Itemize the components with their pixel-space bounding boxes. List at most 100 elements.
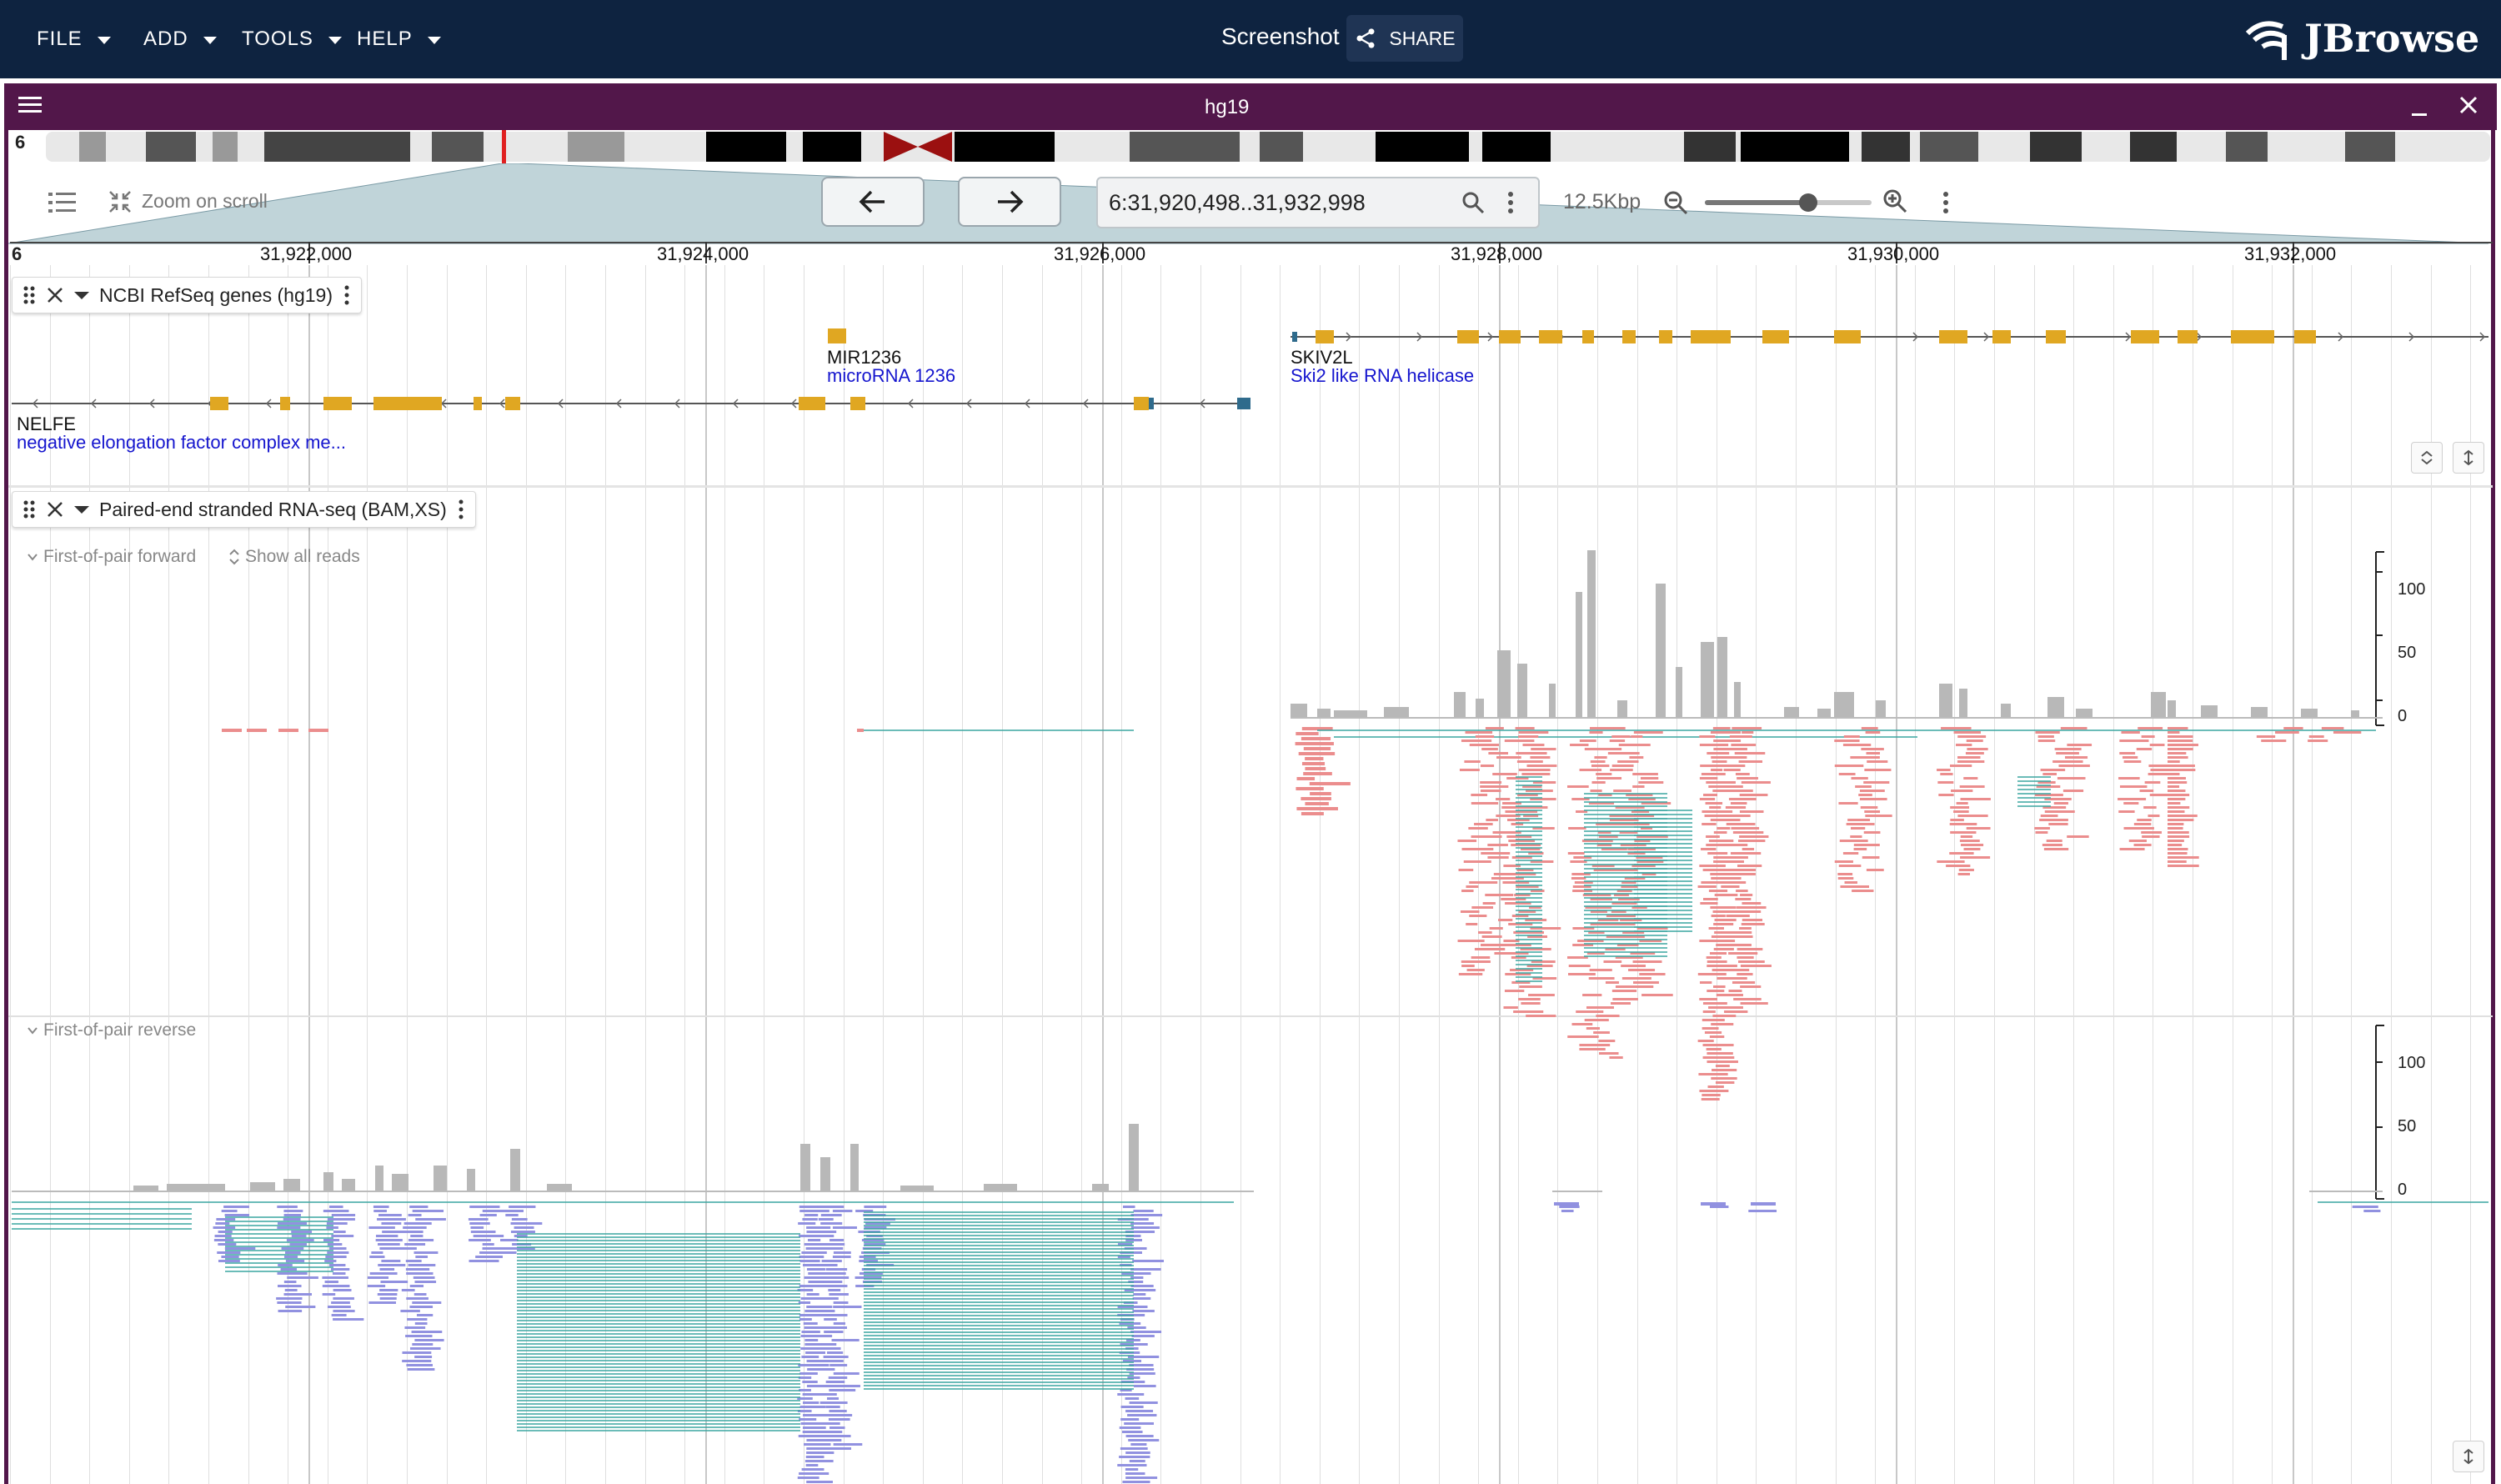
coverage-bar[interactable] — [1701, 642, 1714, 717]
forward-read[interactable] — [1589, 731, 1603, 734]
forward-read[interactable] — [1851, 777, 1868, 780]
forward-read[interactable] — [308, 729, 328, 732]
forward-read[interactable] — [1699, 744, 1729, 746]
reverse-read[interactable] — [368, 1301, 397, 1304]
forward-read[interactable] — [1466, 923, 1478, 925]
reverse-read[interactable] — [801, 1356, 819, 1358]
forward-read[interactable] — [1724, 1010, 1748, 1013]
utr[interactable] — [1149, 398, 1154, 409]
forward-read[interactable] — [2043, 848, 2069, 850]
reverse-read[interactable] — [214, 1235, 232, 1237]
forward-read[interactable] — [1301, 762, 1326, 765]
forward-read[interactable] — [2168, 815, 2198, 817]
forward-read[interactable] — [1584, 1019, 1609, 1021]
forward-read[interactable] — [1950, 819, 1964, 821]
reverse-read[interactable] — [802, 1401, 819, 1404]
reverse-read[interactable] — [823, 1447, 852, 1450]
help-menu[interactable]: HELP — [357, 23, 441, 55]
coverage-bar[interactable] — [2047, 697, 2064, 717]
reverse-read[interactable] — [1121, 1431, 1143, 1433]
forward-read[interactable] — [1722, 877, 1739, 880]
reverse-read[interactable] — [378, 1243, 400, 1246]
forward-read[interactable] — [1701, 881, 1728, 884]
forward-read[interactable] — [1960, 798, 1991, 800]
forward-read[interactable] — [1738, 760, 1763, 763]
forward-read[interactable] — [1844, 881, 1857, 884]
forward-read[interactable] — [1298, 752, 1336, 755]
forward-read[interactable] — [1296, 807, 1338, 810]
reverse-read[interactable] — [799, 1285, 820, 1287]
reverse-read[interactable] — [475, 1256, 503, 1258]
forward-read[interactable] — [1707, 1060, 1738, 1063]
exon[interactable] — [210, 397, 228, 410]
reverse-read[interactable] — [324, 1260, 337, 1262]
forward-read[interactable] — [1853, 844, 1880, 846]
coverage-baseline[interactable] — [1291, 717, 2383, 719]
forward-read[interactable] — [2035, 831, 2048, 834]
forward-read[interactable] — [1730, 852, 1762, 855]
reverse-read[interactable] — [402, 1351, 432, 1354]
forward-read[interactable] — [1579, 1044, 1611, 1046]
forward-read[interactable] — [1737, 973, 1753, 975]
reverse-read[interactable] — [797, 1476, 819, 1479]
forward-read[interactable] — [1305, 767, 1326, 770]
forward-read[interactable] — [2118, 777, 2140, 780]
forward-read[interactable] — [1866, 752, 1881, 755]
forward-read[interactable] — [1702, 1044, 1734, 1046]
forward-read[interactable] — [1955, 744, 1972, 746]
forward-read[interactable] — [2044, 810, 2075, 813]
forward-read[interactable] — [1838, 865, 1862, 867]
reverse-read[interactable] — [833, 1306, 862, 1308]
forward-read[interactable] — [2168, 856, 2199, 859]
reverse-read[interactable] — [511, 1218, 528, 1221]
reverse-read[interactable] — [1132, 1310, 1155, 1312]
forward-read[interactable] — [1589, 969, 1612, 971]
reverse-read[interactable] — [331, 1235, 354, 1237]
forward-read[interactable] — [1736, 890, 1748, 892]
reverse-read[interactable] — [804, 1310, 822, 1312]
forward-read[interactable] — [1295, 742, 1334, 745]
reverse-read[interactable] — [218, 1231, 233, 1233]
forward-read[interactable] — [1723, 977, 1747, 980]
reverse-read[interactable] — [482, 1243, 494, 1246]
reverse-read[interactable] — [1117, 1464, 1147, 1466]
coverage-bar[interactable] — [1497, 650, 1511, 717]
forward-read[interactable] — [2168, 735, 2193, 738]
forward-read[interactable] — [2321, 727, 2344, 729]
exon[interactable] — [799, 397, 825, 410]
forward-read[interactable] — [1937, 781, 1954, 784]
coverage-bar[interactable] — [1834, 692, 1854, 717]
reverse-read[interactable] — [405, 1335, 433, 1337]
forward-read[interactable] — [1599, 1052, 1619, 1055]
forward-read[interactable] — [1480, 765, 1495, 767]
reverse-read[interactable] — [218, 1243, 237, 1246]
forward-read[interactable] — [2139, 790, 2154, 792]
forward-read[interactable] — [1518, 731, 1549, 734]
coverage-bar[interactable] — [1291, 704, 1307, 717]
exon[interactable] — [1499, 330, 1521, 343]
reverse-read[interactable] — [413, 1251, 439, 1254]
reverse-read[interactable] — [470, 1231, 496, 1233]
reverse-read[interactable] — [806, 1268, 826, 1271]
forward-read[interactable] — [1966, 739, 1983, 742]
forward-read[interactable] — [1504, 739, 1535, 742]
forward-read[interactable] — [1611, 765, 1634, 767]
forward-read[interactable] — [1940, 773, 1953, 775]
forward-read[interactable] — [1735, 898, 1752, 900]
reverse-read[interactable] — [830, 1360, 844, 1362]
reverse-read[interactable] — [799, 1314, 825, 1316]
reverse-read[interactable] — [1701, 1202, 1726, 1206]
forward-read[interactable] — [1697, 885, 1717, 888]
forward-read[interactable] — [1296, 732, 1319, 735]
forward-read[interactable] — [1310, 792, 1331, 795]
forward-read[interactable] — [2119, 848, 2145, 850]
reverse-read[interactable] — [470, 1226, 484, 1229]
reverse-read[interactable] — [799, 1318, 812, 1321]
reverse-read[interactable] — [407, 1368, 435, 1371]
reverse-read[interactable] — [805, 1351, 825, 1354]
forward-read[interactable] — [1468, 827, 1488, 830]
reverse-read[interactable] — [1559, 1206, 1580, 1208]
forward-read[interactable] — [1706, 956, 1722, 959]
reverse-read[interactable] — [328, 1247, 347, 1250]
forward-read[interactable] — [1579, 739, 1596, 742]
